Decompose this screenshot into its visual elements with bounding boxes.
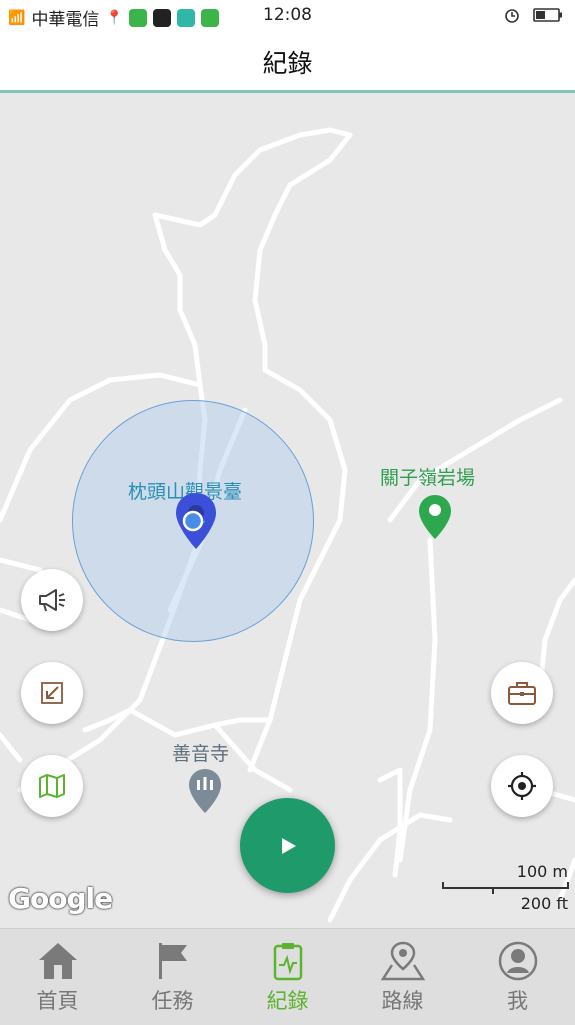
tab-home-label: 首頁 bbox=[36, 989, 79, 1013]
tab-profile-label: 我 bbox=[507, 989, 528, 1013]
status-time: 12:08 bbox=[263, 5, 312, 25]
tab-routes-label: 路線 bbox=[381, 989, 424, 1013]
app-header: 紀錄 bbox=[0, 30, 575, 93]
home-icon bbox=[38, 943, 77, 979]
map-pin-route-icon bbox=[380, 941, 425, 981]
clipboard-pulse-icon bbox=[273, 943, 302, 981]
start-record-button[interactable] bbox=[240, 798, 335, 893]
tab-missions-label: 任務 bbox=[151, 989, 194, 1013]
flag-icon bbox=[158, 943, 187, 979]
status-bar: 📶 中華電信 📍 12:08 bbox=[0, 0, 575, 30]
battery-icon bbox=[533, 8, 562, 22]
tab-missions[interactable]: 任務 bbox=[115, 929, 230, 1025]
status-right bbox=[503, 6, 563, 24]
user-icon bbox=[498, 941, 537, 981]
green-place-pin-icon[interactable] bbox=[417, 493, 453, 541]
folded-map-icon bbox=[39, 774, 65, 798]
google-logo: Google bbox=[8, 882, 113, 915]
crosshair-icon bbox=[508, 772, 536, 800]
locate-me-button[interactable] bbox=[491, 755, 553, 817]
briefcase-icon bbox=[508, 682, 536, 705]
scale-metric-label: 100 m bbox=[516, 862, 568, 881]
tab-routes[interactable]: 路線 bbox=[345, 929, 460, 1025]
bottom-tab-bar: 首頁 任務 紀錄 路線 我 bbox=[0, 928, 575, 1025]
arrow-in-icon bbox=[41, 682, 63, 704]
alarm-icon bbox=[505, 9, 519, 23]
poi-label-climbing-area[interactable]: 關子嶺岩場 bbox=[380, 463, 475, 490]
toolbox-button[interactable] bbox=[491, 662, 553, 724]
poi-label-temple[interactable]: 善音寺 bbox=[172, 739, 229, 766]
tab-home[interactable]: 首頁 bbox=[0, 929, 115, 1025]
announce-button[interactable] bbox=[21, 569, 83, 631]
page-title: 紀錄 bbox=[262, 49, 313, 78]
import-button[interactable] bbox=[21, 662, 83, 724]
play-icon bbox=[281, 837, 296, 854]
temple-pin-icon[interactable] bbox=[187, 767, 223, 815]
viewpoint-marker-icon[interactable] bbox=[174, 491, 218, 553]
map-scale: 100 m 200 ft bbox=[440, 862, 570, 914]
tab-profile[interactable]: 我 bbox=[460, 929, 575, 1025]
megaphone-icon bbox=[39, 589, 65, 612]
scale-imperial-label: 200 ft bbox=[520, 894, 568, 913]
tab-records-label: 紀錄 bbox=[266, 989, 309, 1013]
tab-records[interactable]: 紀錄 bbox=[230, 929, 345, 1025]
map-layers-button[interactable] bbox=[21, 755, 83, 817]
